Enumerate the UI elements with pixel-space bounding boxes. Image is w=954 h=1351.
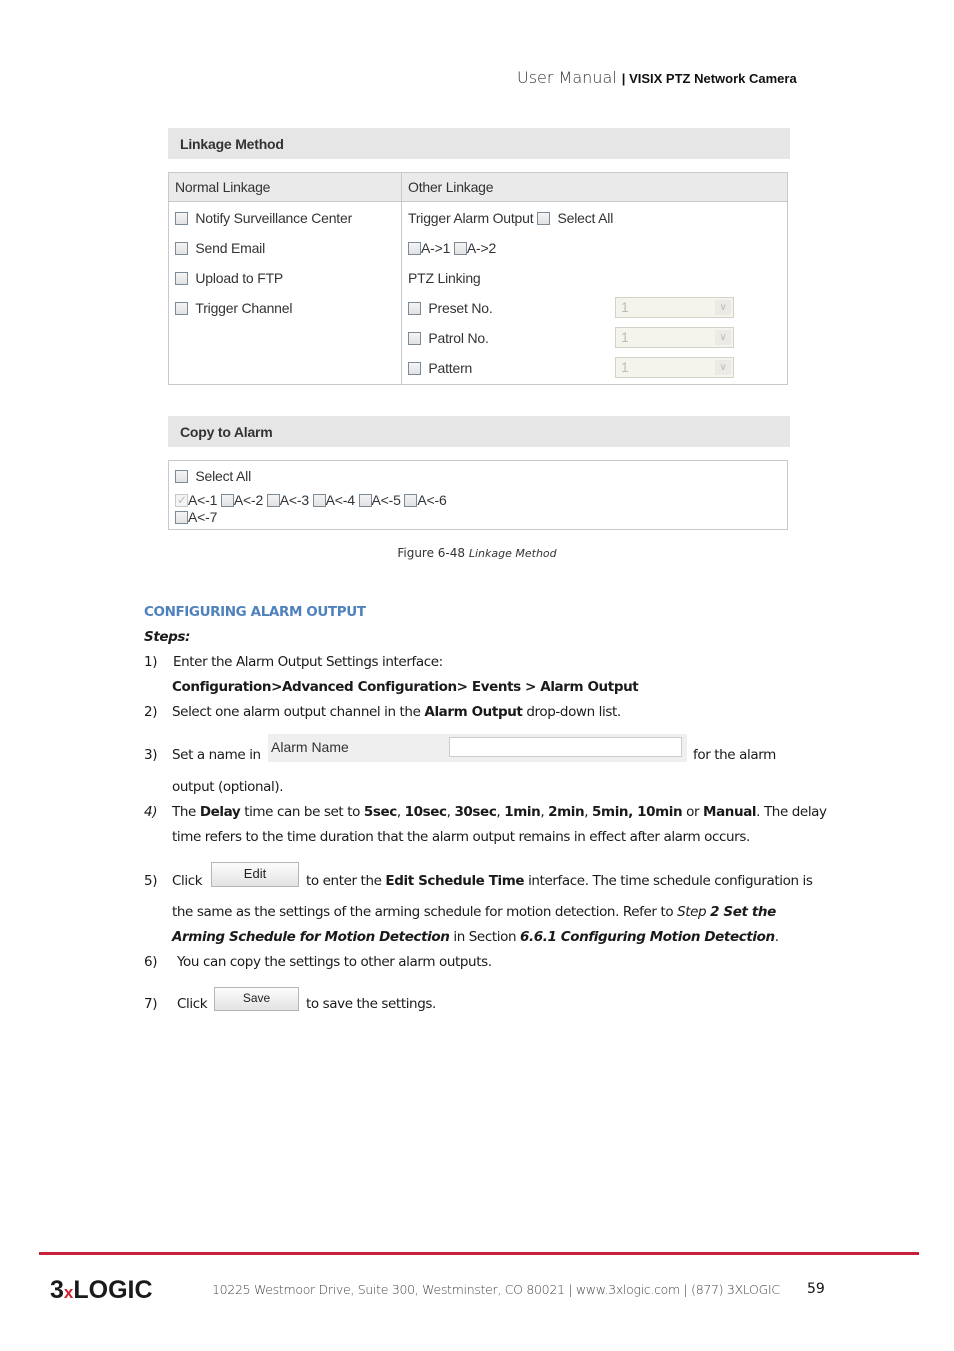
output-a2-checkbox[interactable] [453,241,467,255]
edit-button[interactable]: Edit [211,862,299,887]
pattern-select[interactable]: 1 ∨ [615,357,734,378]
ptz-linking-label: PTZ Linking [408,270,481,286]
linkage-method-title: Linkage Method [168,128,790,159]
normal-linkage-header: Normal Linkage [168,172,402,202]
other-linkage-panel: Trigger Alarm Output Select All A->1 A->… [401,201,788,385]
alarm-name-label: Alarm Name [271,739,349,755]
option-label: Preset No. [428,300,493,316]
footer-address: 10225 Westmoor Drive, Suite 300, Westmin… [212,1282,780,1297]
option-label: Notify Surveillance Center [195,210,353,226]
copy-to-alarm-title: Copy to Alarm [168,416,790,447]
product-name: VISIX PTZ Network Camera [629,71,797,86]
output-label: A->2 [466,240,497,256]
alarm-4-checkbox[interactable] [312,494,326,507]
copy-select-all-option[interactable]: Select All [175,468,251,484]
preset-checkbox[interactable] [408,301,421,315]
notify-center-checkbox[interactable] [175,211,188,225]
upload-ftp-checkbox[interactable] [175,271,188,285]
figure-caption: Figure 6-48 Linkage Method [397,546,557,560]
alarm-7-checkbox[interactable] [175,511,188,524]
other-linkage-header: Other Linkage [401,172,788,202]
chevron-down-icon: ∨ [715,330,731,345]
chevron-down-icon: ∨ [715,360,731,375]
chevron-down-icon: ∨ [715,300,731,315]
alarm-name-input[interactable] [449,737,682,757]
normal-linkage-panel: Notify Surveillance Center Send Email Up… [168,201,402,385]
patrol-checkbox[interactable] [408,331,421,345]
option-label: Pattern [428,360,473,376]
preset-option[interactable]: Preset No. 1 ∨ [408,293,787,323]
patrol-select[interactable]: 1 ∨ [615,327,734,348]
copy-select-all-checkbox[interactable] [175,470,188,483]
option-label: Upload to FTP [195,270,284,286]
3xlogic-logo: 3xLOGIC [50,1276,153,1304]
copy-to-alarm-panel: Select All A<-1 A<-2 A<-3 A<-4 A<-5 A<-6… [168,460,788,530]
option-label: Send Email [195,240,265,256]
preset-select[interactable]: 1 ∨ [615,297,734,318]
output-label: A->1 [421,240,451,256]
alarm-6-checkbox[interactable] [404,494,418,507]
trigger-channel-checkbox[interactable] [175,301,188,315]
output-a1-checkbox[interactable] [408,241,421,255]
trigger-channel-option[interactable]: Trigger Channel [175,293,401,323]
select-all-label: Select All [557,210,614,226]
manual-title: User Manual [517,68,617,87]
notify-center-option[interactable]: Notify Surveillance Center [175,203,401,233]
alarm-list: A<-1 A<-2 A<-3 A<-4 A<-5 A<-6 A<-7 [175,492,495,526]
page-number: 59 [807,1281,825,1297]
header-separator: | [621,71,626,86]
save-button[interactable]: Save [214,987,299,1011]
alarm-3-checkbox[interactable] [266,494,280,507]
section-heading: CONFIGURING ALARM OUTPUT [144,604,366,620]
patrol-option[interactable]: Patrol No. 1 ∨ [408,323,787,353]
alarm-2-checkbox[interactable] [220,494,234,507]
alarm-5-checkbox[interactable] [358,494,372,507]
select-all-outputs-checkbox[interactable] [537,211,551,225]
alarm-1-checkbox[interactable] [175,492,188,509]
option-label: Patrol No. [428,330,489,346]
select-all-label: Select All [195,468,251,484]
option-label: Trigger Channel [195,300,293,316]
trigger-alarm-output-label: Trigger Alarm Output [408,210,534,226]
send-email-option[interactable]: Send Email [175,233,401,263]
send-email-checkbox[interactable] [175,241,188,255]
steps-label: Steps: [144,629,191,645]
pattern-option[interactable]: Pattern 1 ∨ [408,353,787,383]
page-header: User Manual | VISIX PTZ Network Camera [517,68,797,87]
pattern-checkbox[interactable] [408,361,421,375]
upload-ftp-option[interactable]: Upload to FTP [175,263,401,293]
alarm-name-field-image: Alarm Name [268,734,687,762]
footer-divider [39,1252,919,1255]
linkage-table: Normal Linkage Other Linkage Notify Surv… [168,172,788,385]
menu-path: Configuration>Advanced Configuration> Ev… [172,679,639,695]
